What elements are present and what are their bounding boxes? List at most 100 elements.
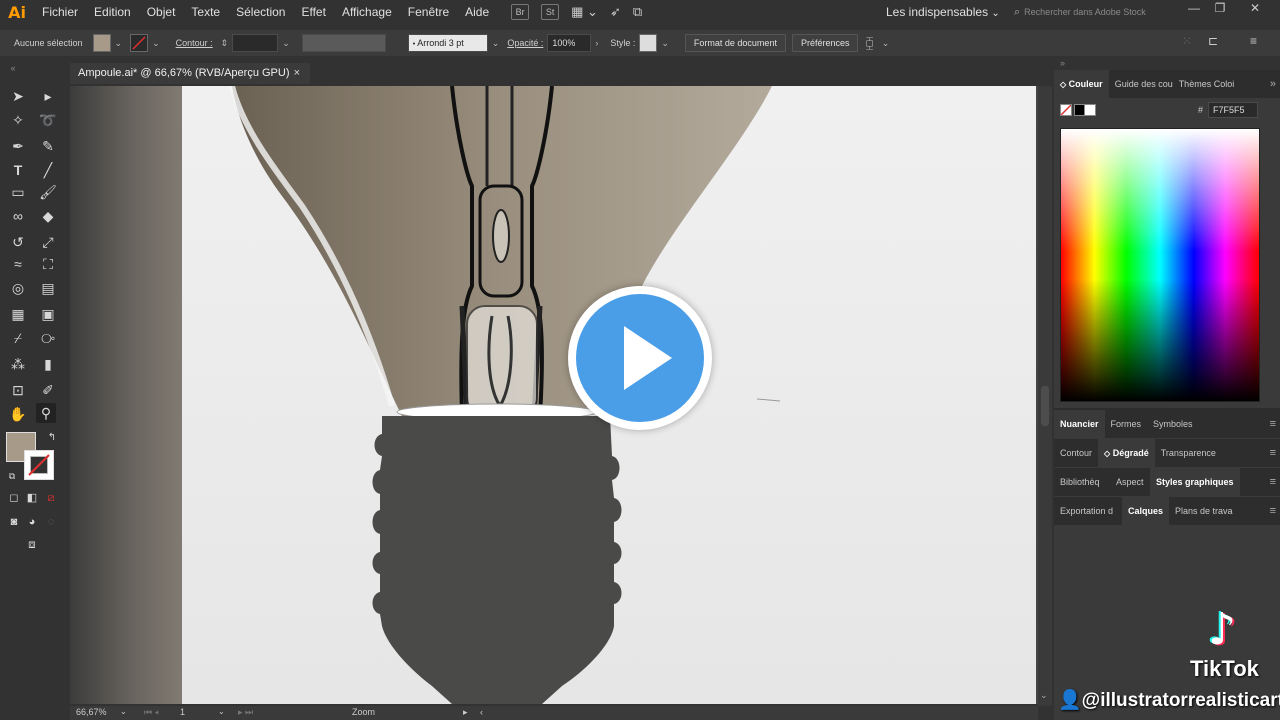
none-swatch[interactable] — [1060, 104, 1072, 116]
status-arrow-icon[interactable]: ▸ — [463, 707, 468, 718]
graph-tool-icon[interactable]: ▮ — [38, 354, 58, 374]
panel-menu-icon[interactable]: ≡ — [1270, 505, 1276, 517]
menu-aide[interactable]: Aide — [457, 0, 497, 24]
menu-edition[interactable]: Edition — [86, 0, 139, 24]
artboard-tool-icon[interactable]: ⊡ — [8, 380, 28, 400]
stroke-weight-field[interactable] — [232, 34, 279, 52]
shape-builder-icon[interactable]: ◎ — [8, 278, 28, 298]
slice-tool-icon[interactable]: ✐ — [38, 380, 58, 400]
pen-tool-icon[interactable]: ✒ — [8, 136, 28, 156]
tab-bibliotheques[interactable]: Bibliothèq — [1054, 468, 1110, 496]
scroll-left-icon[interactable]: ‹ — [480, 707, 483, 717]
preferences-button[interactable]: Préférences — [791, 34, 859, 52]
menu-selection[interactable]: Sélection — [228, 0, 293, 24]
hand-tool-icon[interactable]: ✋ — [8, 404, 28, 424]
panel-menu-icon[interactable]: » — [1270, 78, 1276, 90]
gradient-mode-icon[interactable]: ◧ — [22, 488, 42, 508]
variable-width-field[interactable] — [301, 34, 386, 52]
perspective-grid-icon[interactable]: ▤ — [38, 278, 58, 298]
scale-tool-icon[interactable]: ⤢ — [38, 232, 58, 252]
chevron-right-icon[interactable]: › — [595, 38, 598, 48]
tab-transparence[interactable]: Transparence — [1155, 439, 1222, 467]
line-tool-icon[interactable]: ╱ — [38, 160, 58, 180]
first-artboard-icon[interactable]: ⏮ ◂ — [144, 707, 159, 718]
chevron-down-icon[interactable]: ⌄ — [661, 38, 669, 49]
stroke-swatch[interactable] — [130, 34, 149, 52]
expand-panels-icon[interactable]: » — [1060, 58, 1065, 68]
align-icon[interactable]: ⧮ — [865, 35, 873, 51]
gpu-rocket-icon[interactable]: ➶ — [610, 4, 621, 20]
selection-tool-icon[interactable]: ➤ — [8, 86, 28, 106]
workspace-layout-icon[interactable]: ▦ ⌄ — [571, 4, 598, 20]
tab-calques[interactable]: Calques — [1122, 497, 1170, 525]
tab-exportation[interactable]: Exportation d — [1054, 497, 1122, 525]
stock-search[interactable]: ⌕ Rechercher dans Adobe Stock — [1014, 3, 1174, 21]
free-transform-icon[interactable]: ⛶ — [38, 254, 58, 274]
next-artboard-icon[interactable]: ▸ ⏭ — [238, 707, 253, 718]
curvature-tool-icon[interactable]: ✎ — [38, 136, 58, 156]
tab-styles-graphiques[interactable]: Styles graphiques — [1150, 468, 1240, 496]
collapse-icon[interactable]: « — [3, 58, 23, 78]
stock-icon[interactable]: St — [541, 4, 560, 20]
minimize-button[interactable]: — — [1182, 0, 1206, 16]
tab-formes[interactable]: Formes — [1105, 410, 1148, 438]
eyedropper-icon[interactable]: ⌿ — [8, 328, 28, 348]
paintbrush-icon[interactable]: 🖌 — [38, 182, 58, 202]
menu-fenetre[interactable]: Fenêtre — [400, 0, 457, 24]
stepper-icon[interactable]: ⇕ — [221, 38, 229, 49]
close-window-button[interactable]: ✕ — [1243, 0, 1267, 16]
fill-swatch[interactable] — [92, 34, 111, 52]
tab-contour[interactable]: Contour — [1054, 439, 1098, 467]
tab-nuancier[interactable]: Nuancier — [1054, 410, 1105, 438]
blend-tool-icon[interactable]: ⧂ — [38, 328, 58, 348]
mesh-tool-icon[interactable]: ▦ — [8, 304, 28, 324]
panel-menu-icon[interactable]: ≡ — [1270, 476, 1276, 488]
type-tool-icon[interactable]: T — [8, 160, 28, 180]
tab-themes-couleurs[interactable]: Thèmes Coloi — [1173, 70, 1237, 98]
document-tab[interactable]: Ampoule.ai* @ 66,67% (RVB/Aperçu GPU) × — [70, 63, 310, 84]
close-tab-icon[interactable]: × — [294, 63, 300, 84]
menu-affichage[interactable]: Affichage — [334, 0, 400, 24]
hex-input[interactable]: F7F5F5 — [1208, 102, 1258, 118]
opacity-label[interactable]: Opacité : — [507, 38, 543, 48]
brush-definition[interactable]: • Arrondi 3 pt — [407, 34, 488, 52]
rotate-tool-icon[interactable]: ↺ — [8, 232, 28, 252]
default-colors-icon[interactable]: ⧉ — [2, 466, 22, 486]
scroll-down-icon[interactable]: ⌄ — [1040, 690, 1048, 701]
menu-effet[interactable]: Effet — [293, 0, 333, 24]
menu-fichier[interactable]: Fichier — [34, 0, 86, 24]
panel-menu-icon[interactable]: ≡ — [1270, 418, 1276, 430]
color-spectrum[interactable] — [1060, 128, 1260, 402]
workspace-switcher[interactable]: Les indispensables ⌄ — [886, 0, 1000, 24]
chevron-down-icon[interactable]: ⌄ — [218, 707, 225, 716]
tab-couleur[interactable]: ◇ Couleur — [1054, 70, 1109, 98]
chevron-down-icon[interactable]: ⌄ — [492, 38, 500, 49]
symbol-sprayer-icon[interactable]: ⁂ — [8, 354, 28, 374]
graphic-style-swatch[interactable] — [639, 34, 658, 52]
lasso-icon[interactable]: ➰ — [38, 110, 58, 130]
tab-aspect[interactable]: Aspect — [1110, 468, 1150, 496]
chevron-down-icon[interactable]: ⌄ — [282, 38, 290, 49]
draw-normal-icon[interactable]: ◙ — [4, 512, 24, 532]
tab-plans-de-travail[interactable]: Plans de trava — [1169, 497, 1239, 525]
white-swatch[interactable] — [1084, 104, 1096, 116]
draw-behind-icon[interactable]: ◕ — [22, 512, 42, 532]
canvas-area[interactable] — [70, 86, 1038, 704]
color-mode-icon[interactable]: ◻ — [4, 488, 24, 508]
eraser-icon[interactable]: ◆ — [38, 206, 58, 226]
panel-menu-icon[interactable]: ≡ — [1270, 447, 1276, 459]
menu-objet[interactable]: Objet — [139, 0, 184, 24]
opacity-field[interactable]: 100% — [547, 34, 592, 52]
zoom-level[interactable]: 66,67% — [76, 707, 107, 717]
swap-colors-icon[interactable]: ↰ — [42, 428, 62, 448]
panel-toggle-icon[interactable]: ⊏ — [1208, 34, 1218, 48]
tab-guide-couleurs[interactable]: Guide des coul — [1109, 70, 1173, 98]
chevron-down-icon[interactable]: ⌄ — [882, 38, 890, 49]
magic-wand-icon[interactable]: ✧ — [8, 110, 28, 130]
hamburger-menu-icon[interactable]: ≡ — [1250, 34, 1257, 48]
none-mode-icon[interactable]: ⧄ — [41, 488, 61, 508]
screen-mode-icon[interactable]: ⧈ — [22, 534, 42, 554]
chevron-down-icon[interactable]: ⌄ — [115, 38, 123, 49]
bridge-icon[interactable]: Br — [511, 4, 530, 20]
cc-sync-icon[interactable]: ⧉ — [633, 4, 642, 20]
